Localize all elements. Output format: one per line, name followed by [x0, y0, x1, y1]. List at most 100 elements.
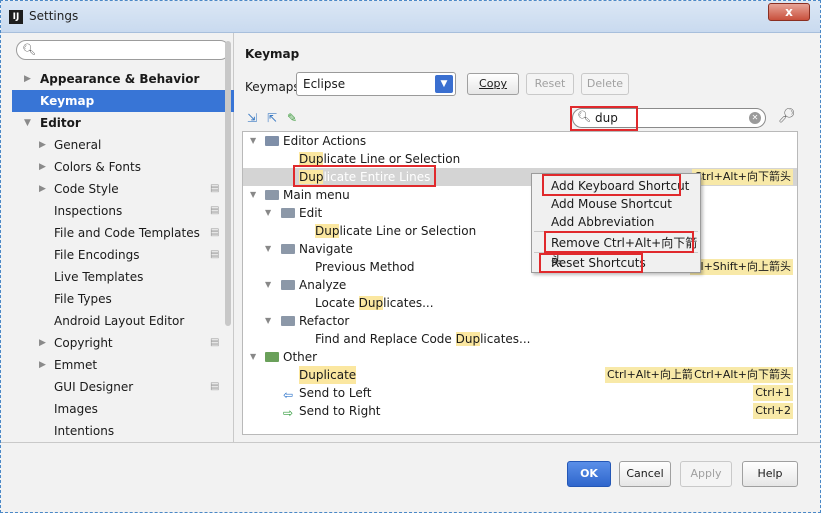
tree-row-editor-actions[interactable]: ▼ Editor Actions — [243, 132, 797, 150]
project-settings-icon: ▤ — [210, 249, 220, 260]
tree-row-analyze[interactable]: ▼ Analyze — [243, 276, 797, 294]
sidebar-item-label: Intentions — [54, 424, 115, 438]
expand-arrow-icon[interactable]: ▶ — [39, 156, 46, 178]
tree-row-duplicate-entire-lines[interactable]: Duplicate Entire Lines Ctrl+Alt+向下箭头 — [243, 168, 797, 186]
expand-all-icon[interactable]: ⇲ — [247, 111, 257, 125]
collapse-arrow-icon[interactable]: ▼ — [265, 240, 271, 258]
sidebar-item-label: File Types — [54, 292, 112, 306]
tree-row-main-menu[interactable]: ▼ Main menu — [243, 186, 797, 204]
collapse-arrow-icon[interactable]: ▼ — [250, 348, 256, 366]
sidebar-item-keymap[interactable]: Keymap — [12, 90, 234, 112]
delete-button[interactable]: Delete — [581, 73, 629, 95]
menu-folder-icon — [265, 190, 279, 200]
expand-arrow-icon[interactable]: ▶ — [24, 68, 31, 90]
sidebar-item-android-layout-editor[interactable]: Android Layout Editor — [12, 310, 234, 332]
tree-row-locate-duplicates[interactable]: Locate Duplicates... — [243, 294, 797, 312]
collapse-arrow-icon[interactable]: ▼ — [265, 276, 271, 294]
menu-item-remove-shortcut[interactable]: Remove Ctrl+Alt+向下箭头 — [532, 234, 700, 268]
chevron-down-icon[interactable]: ▼ — [435, 75, 453, 93]
tree-row-edit[interactable]: ▼ Edit — [243, 204, 797, 222]
tree-row-send-to-left[interactable]: ⇦ Send to Left Ctrl+1 — [243, 384, 797, 402]
project-settings-icon: ▤ — [210, 183, 220, 194]
sidebar-item-emmet[interactable]: ▶ Emmet — [12, 354, 234, 376]
sidebar-item-code-style[interactable]: ▶ Code Style ▤ — [12, 178, 234, 200]
send-right-icon: ⇨ — [283, 406, 294, 420]
folder-icon — [281, 244, 295, 254]
expand-arrow-icon[interactable]: ▶ — [39, 332, 46, 354]
close-button[interactable]: x — [768, 3, 810, 21]
sidebar-scrollbar[interactable] — [225, 41, 231, 326]
menu-separator — [534, 231, 698, 232]
tree-row-refactor[interactable]: ▼ Refactor — [243, 312, 797, 330]
tree-row-duplicate[interactable]: Duplicate Ctrl+Alt+向上箭头 Ctrl+Alt+向下箭头 — [243, 366, 797, 384]
tree-row-find-replace-duplicates[interactable]: Find and Replace Code Duplicates... — [243, 330, 797, 348]
find-by-shortcut-icon[interactable]: 🔎︎ — [778, 108, 796, 124]
keymap-select[interactable]: Eclipse ▼ — [296, 72, 456, 96]
apply-button[interactable]: Apply — [680, 461, 732, 487]
settings-window: IJ Settings x 🔍︎ ▶ Appearance & Behavior… — [0, 0, 821, 513]
sidebar-item-images[interactable]: Images — [12, 398, 234, 420]
copy-button-label: Copy — [479, 77, 507, 90]
collapse-arrow-icon[interactable]: ▼ — [265, 312, 271, 330]
keymap-panel: Keymap Keymaps: Eclipse ▼ Copy Reset Del… — [234, 33, 809, 442]
sidebar-item-general[interactable]: ▶ General — [12, 134, 234, 156]
menu-item-reset-shortcuts[interactable]: Reset Shortcuts — [532, 254, 700, 272]
settings-search-input[interactable]: 🔍︎ — [16, 40, 230, 60]
match-highlight: Dup — [299, 170, 324, 184]
ok-button[interactable]: OK — [567, 461, 611, 487]
expand-arrow-icon[interactable]: ▶ — [39, 134, 46, 156]
keymaps-label: Keymaps: — [245, 80, 304, 94]
reset-button[interactable]: Reset — [526, 73, 574, 95]
sidebar-item-colors-fonts[interactable]: ▶ Colors & Fonts — [12, 156, 234, 178]
menu-item-add-keyboard-shortcut[interactable]: Add Keyboard Shortcut — [532, 177, 700, 195]
collapse-arrow-icon[interactable]: ▼ — [250, 186, 256, 204]
collapse-arrow-icon[interactable]: ▼ — [250, 132, 256, 150]
tree-row-rest: licate Line or Selection — [339, 224, 477, 238]
keymap-search-input[interactable]: 🔍︎ dup ✕ — [572, 108, 766, 128]
sidebar-item-appearance-behavior[interactable]: ▶ Appearance & Behavior — [12, 68, 234, 90]
tree-row-navigate[interactable]: ▼ Navigate — [243, 240, 797, 258]
collapse-all-icon[interactable]: ⇱ — [267, 111, 277, 125]
sidebar-item-intentions[interactable]: Intentions — [12, 420, 234, 442]
tree-row-other[interactable]: ▼ Other — [243, 348, 797, 366]
collapse-arrow-icon[interactable]: ▼ — [24, 112, 31, 134]
project-settings-icon: ▤ — [210, 205, 220, 216]
menu-item-add-abbreviation[interactable]: Add Abbreviation — [532, 213, 700, 231]
project-settings-icon: ▤ — [210, 227, 220, 238]
tree-row-previous-method[interactable]: Previous Method trl+Shift+向上箭头 — [243, 258, 797, 276]
sidebar-item-label: Copyright — [54, 336, 113, 350]
collapse-arrow-icon[interactable]: ▼ — [265, 204, 271, 222]
sidebar-item-gui-designer[interactable]: GUI Designer ▤ — [12, 376, 234, 398]
sidebar-item-label: Editor — [40, 116, 81, 130]
cancel-button[interactable]: Cancel — [619, 461, 671, 487]
tree-row-send-to-right[interactable]: ⇨ Send to Right Ctrl+2 — [243, 402, 797, 420]
sidebar-item-live-templates[interactable]: Live Templates — [12, 266, 234, 288]
sidebar-item-file-encodings[interactable]: File Encodings ▤ — [12, 244, 234, 266]
clear-search-icon[interactable]: ✕ — [749, 112, 761, 124]
sidebar-item-inspections[interactable]: Inspections ▤ — [12, 200, 234, 222]
sidebar-item-copyright[interactable]: ▶ Copyright ▤ — [12, 332, 234, 354]
copy-button[interactable]: Copy — [467, 73, 519, 95]
tree-row-label: Locate Duplicates... — [315, 294, 434, 312]
menu-item-add-mouse-shortcut[interactable]: Add Mouse Shortcut — [532, 195, 700, 213]
tree-row-edit-duplicate-line[interactable]: Duplicate Line or Selection — [243, 222, 797, 240]
keymap-action-tree: ▼ Editor Actions Duplicate Line or Selec… — [242, 131, 798, 435]
edit-shortcut-icon[interactable]: ✎ — [287, 111, 297, 125]
sidebar-item-file-types[interactable]: File Types — [12, 288, 234, 310]
sidebar-item-label: File and Code Templates — [54, 226, 200, 240]
shortcut-badge: Ctrl+1 — [753, 385, 793, 401]
expand-arrow-icon[interactable]: ▶ — [39, 178, 46, 200]
sidebar-item-label: General — [54, 138, 102, 152]
sidebar-item-file-code-templates[interactable]: File and Code Templates ▤ — [12, 222, 234, 244]
tree-row-rest: licate Entire Lines — [323, 170, 431, 184]
search-icon: 🔍︎ — [577, 110, 591, 123]
tree-row-label: Refactor — [299, 314, 350, 328]
sidebar-item-editor[interactable]: ▼ Editor — [12, 112, 234, 134]
project-settings-icon: ▤ — [210, 381, 220, 392]
help-button[interactable]: Help — [742, 461, 798, 487]
expand-arrow-icon[interactable]: ▶ — [39, 354, 46, 376]
tree-row-rest: licate Line or Selection — [323, 152, 461, 166]
tree-row-duplicate-line[interactable]: Duplicate Line or Selection — [243, 150, 797, 168]
shortcut-badge: Ctrl+Alt+向下箭头 — [692, 367, 793, 383]
tree-row-label: Navigate — [299, 242, 353, 256]
